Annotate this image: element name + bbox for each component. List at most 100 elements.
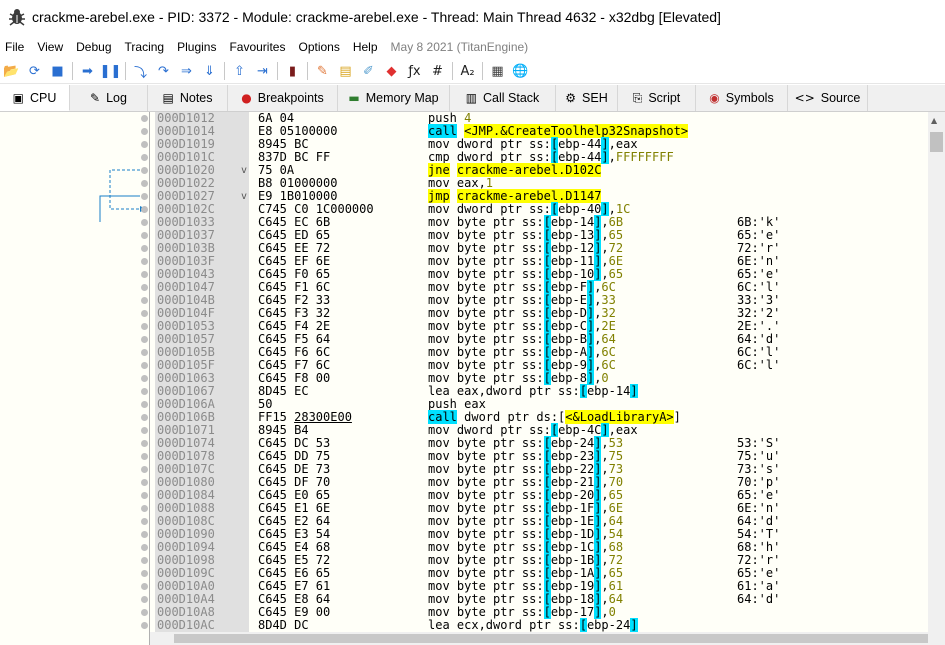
breakpoint-dot-icon[interactable] (141, 440, 148, 447)
tab-symbols[interactable]: ◉ Symbols (696, 85, 788, 111)
menu-file[interactable]: File (0, 40, 32, 54)
scroll-up-icon[interactable]: ▲ (931, 116, 937, 125)
stop-icon[interactable]: ■ (49, 62, 67, 80)
breakpoint-dot-icon[interactable] (141, 518, 148, 525)
tab-script[interactable]: ⎘ Script (618, 85, 696, 111)
breakpoint-dot-icon[interactable] (141, 596, 148, 603)
breakpoint-dot-icon[interactable] (141, 414, 148, 421)
labels-icon[interactable]: ✐ (360, 62, 378, 80)
menu-help[interactable]: Help (348, 40, 386, 54)
breakpoint-dot-icon[interactable] (141, 284, 148, 291)
tab-bar: ▣ CPU ✎ Log ▤ Notes ● Breakpoints ▬ Memory Map ▥ Ca… (0, 85, 945, 112)
hash-icon[interactable]: # (429, 62, 447, 80)
seh-icon: ⚙ (565, 91, 577, 105)
trace-into-icon[interactable]: ⇒ (178, 62, 196, 80)
breakpoint-dot-icon[interactable] (141, 349, 148, 356)
breakpoint-dot-icon[interactable] (141, 323, 148, 330)
pause-icon[interactable]: ❚❚ (100, 62, 122, 80)
breakpoint-dot-icon[interactable] (141, 206, 148, 213)
breakpoint-dot-icon[interactable] (141, 531, 148, 538)
breakpoint-dot-icon[interactable] (141, 622, 148, 629)
breakpoint-dot-icon[interactable] (141, 180, 148, 187)
breakpoint-dot-icon[interactable] (141, 258, 148, 265)
tab-memory-map[interactable]: ▬ Memory Map (338, 85, 450, 111)
breakpoint-dot-icon[interactable] (141, 193, 148, 200)
breakpoint-dot-icon[interactable] (141, 271, 148, 278)
globe-icon[interactable]: 🌐 (512, 62, 530, 80)
menu-options[interactable]: Options (293, 40, 347, 54)
vertical-scrollbar[interactable]: ▲ (928, 112, 945, 645)
breakpoint-dot-icon[interactable] (141, 310, 148, 317)
trace-over-icon[interactable]: ⇓ (201, 62, 219, 80)
menu-tracing[interactable]: Tracing (120, 40, 173, 54)
breakpoint-dot-icon[interactable] (141, 505, 148, 512)
breakpoint-dot-icon[interactable] (141, 336, 148, 343)
breakpoint-dot-icon[interactable] (141, 401, 148, 408)
font-icon[interactable]: A₂ (459, 62, 477, 80)
menu-debug[interactable]: Debug (71, 40, 119, 54)
breakpoint-dot-icon[interactable] (141, 466, 148, 473)
breakpoint-dot-icon[interactable] (141, 479, 148, 486)
tab-log[interactable]: ✎ Log (70, 85, 148, 111)
memory-map-icon: ▬ (348, 91, 360, 105)
toolbar-separator (224, 62, 225, 80)
breakpoint-icon: ● (241, 91, 252, 105)
breakpoint-dot-icon[interactable] (141, 219, 148, 226)
tab-notes[interactable]: ▤ Notes (148, 85, 228, 111)
toolbar-separator (452, 62, 453, 80)
restart-icon[interactable]: ⟳ (26, 62, 44, 80)
tab-source[interactable]: <> Source (788, 85, 868, 111)
breakpoint-dot-icon[interactable] (141, 375, 148, 382)
tab-seh[interactable]: ⚙ SEH (556, 85, 618, 111)
execute-till-return-icon[interactable]: ⇧ (231, 62, 249, 80)
breakpoint-dot-icon[interactable] (141, 570, 148, 577)
bookmarks-icon[interactable]: ◆ (383, 62, 401, 80)
disasm-row[interactable]: 000D10AC 8D4D DC lea ecx,dword ptr ss:[ebp… (0, 618, 928, 632)
breakpoint-dot-icon[interactable] (141, 609, 148, 616)
run-to-user-code-icon[interactable]: ⇥ (254, 62, 272, 80)
breakpoint-dot-icon[interactable] (141, 115, 148, 122)
breakpoint-dot-icon[interactable] (141, 427, 148, 434)
breakpoint-dot-icon[interactable] (141, 583, 148, 590)
tab-cpu[interactable]: ▣ CPU (0, 85, 70, 111)
toolbar-separator (72, 62, 73, 80)
script-icon: ⎘ (632, 90, 643, 105)
build-info: May 8 2021 (TitanEngine) (390, 40, 529, 54)
toolbar-separator (277, 62, 278, 80)
jump-direction-icon: v (241, 165, 248, 176)
breakpoint-dot-icon[interactable] (141, 362, 148, 369)
breakpoint-dot-icon[interactable] (141, 388, 148, 395)
breakpoint-dot-icon[interactable] (141, 245, 148, 252)
breakpoint-dot-icon[interactable] (141, 154, 148, 161)
breakpoint-dot-icon[interactable] (141, 453, 148, 460)
horizontal-scroll-thumb[interactable] (174, 634, 934, 643)
step-into-icon[interactable]: ⤵ (132, 62, 150, 81)
vertical-scroll-thumb[interactable] (930, 132, 943, 152)
horizontal-scrollbar[interactable] (150, 632, 934, 645)
functions-icon[interactable]: ƒx (406, 62, 424, 80)
breakpoint-dot-icon[interactable] (141, 544, 148, 551)
scylla-icon[interactable]: ▮ (284, 62, 302, 80)
breakpoint-dot-icon[interactable] (141, 297, 148, 304)
breakpoint-dot-icon[interactable] (141, 492, 148, 499)
cpu-disassembly-view[interactable]: 000D1012 6A 04 push 4 000D1014 E8 05100000 ca… (0, 112, 945, 645)
menu-view[interactable]: View (32, 40, 71, 54)
x32dbg-bug-icon (9, 9, 25, 26)
breakpoint-dot-icon[interactable] (141, 167, 148, 174)
calculator-icon[interactable]: ▦ (489, 62, 507, 80)
menu-plugins[interactable]: Plugins (172, 40, 224, 54)
tab-label: CPU (29, 90, 57, 105)
step-over-icon[interactable]: ↷ (155, 62, 173, 80)
breakpoint-dot-icon[interactable] (141, 128, 148, 135)
tab-breakpoints[interactable]: ● Breakpoints (228, 85, 338, 111)
breakpoint-dot-icon[interactable] (141, 141, 148, 148)
tab-call-stack[interactable]: ▥ Call Stack (450, 85, 556, 111)
menu-bar: File View Debug Tracing Plugins Favourites Opt… (0, 36, 945, 58)
patch-icon[interactable]: ✎ (314, 62, 332, 80)
comments-icon[interactable]: ▤ (337, 62, 355, 80)
run-icon[interactable]: ➡ (79, 62, 97, 80)
menu-favourites[interactable]: Favourites (224, 40, 293, 54)
breakpoint-dot-icon[interactable] (141, 232, 148, 239)
breakpoint-dot-icon[interactable] (141, 557, 148, 564)
open-icon[interactable]: 📂 (3, 62, 21, 80)
